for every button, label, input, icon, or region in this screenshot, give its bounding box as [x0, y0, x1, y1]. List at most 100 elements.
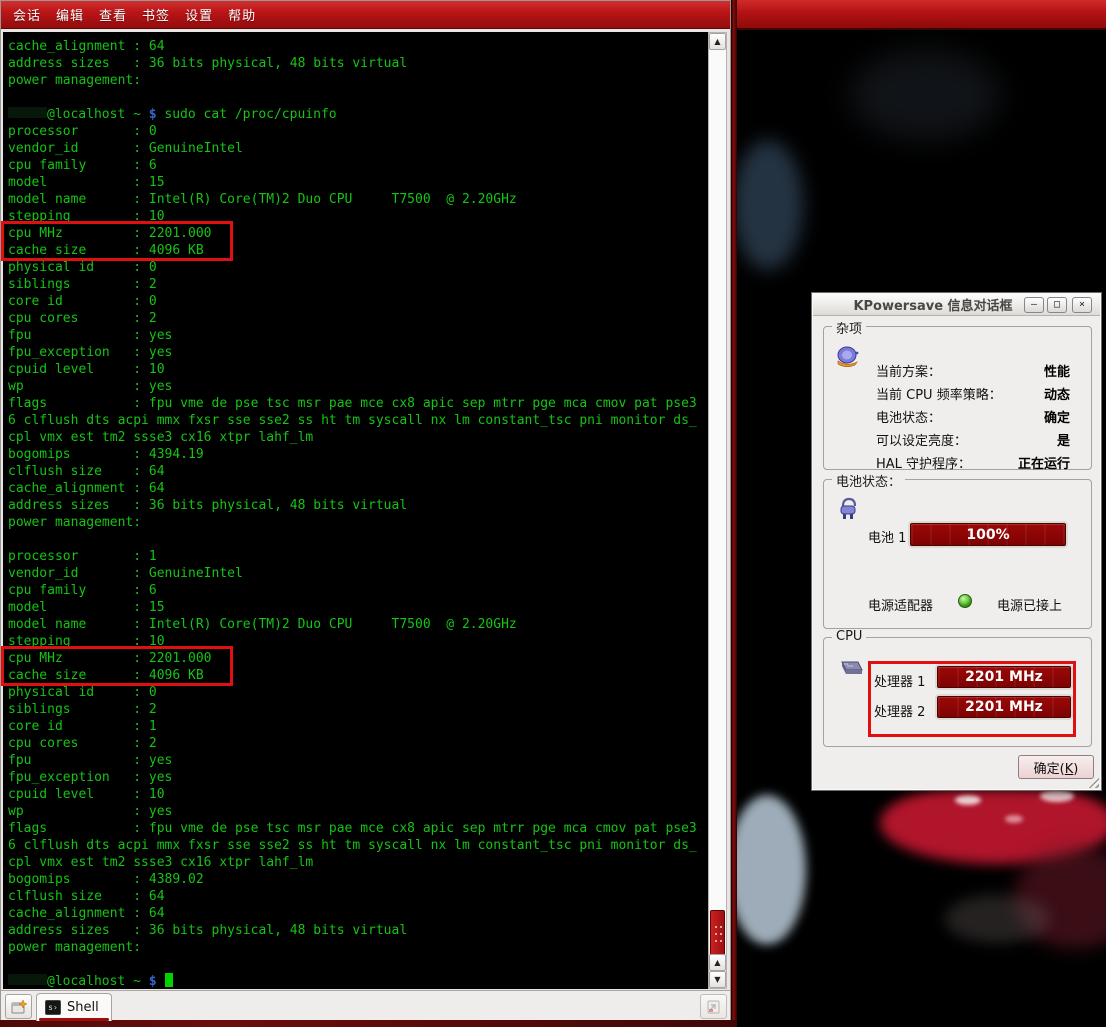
movie-fabric-speck-1 [955, 795, 981, 805]
terminal-line: address sizes : 36 bits physical, 48 bit… [8, 497, 706, 514]
terminal-line: vendor_id : GenuineIntel [8, 565, 706, 582]
adapter-led-icon [958, 594, 972, 608]
terminal-line: fpu_exception : yes [8, 344, 706, 361]
session-tab-bar: s› Shell [1, 990, 730, 1020]
terminal-line: cache_alignment : 64 [8, 480, 706, 497]
terminal-line: flags : fpu vme de pse tsc msr pae mce c… [8, 820, 706, 837]
battery-groupbox: 电池状态： 电池 1 100% 电源适配器 电源已接上 [823, 479, 1092, 629]
misc-group-label: 杂项 [832, 318, 866, 337]
terminal-line: fpu : yes [8, 327, 706, 344]
terminal-line: physical id : 0 [8, 259, 706, 276]
menu-item[interactable]: 会话 [13, 5, 41, 24]
terminal-line: power management: [8, 939, 706, 956]
misc-row-label: 当前方案： [876, 361, 941, 380]
misc-row-label: 当前 CPU 频率策略： [876, 384, 1002, 403]
menu-item[interactable]: 帮助 [228, 5, 256, 24]
misc-row: 可以设定亮度：是 [876, 428, 1070, 451]
terminal-line: clflush size : 64 [8, 888, 706, 905]
prompt-symbol: $ [149, 107, 157, 122]
misc-row-value: 动态 [1044, 384, 1070, 403]
tab-list-button[interactable] [700, 994, 727, 1019]
highlight-box-cpu-mhz-proc1 [1, 646, 233, 686]
terminal-line: processor : 1 [8, 548, 706, 565]
ok-button-label: 确定(K) [1034, 758, 1079, 777]
battery1-percent: 100% [966, 527, 1009, 543]
kpowersave-snail-icon [835, 345, 861, 367]
new-session-button[interactable] [5, 994, 32, 1019]
scrollbar-grip-dots [714, 925, 723, 943]
menu-item[interactable]: 编辑 [56, 5, 84, 24]
terminal-line: core id : 1 [8, 718, 706, 735]
dialog-title-bar[interactable]: KPowersave 信息对话框 – □ × [813, 294, 1100, 316]
menu-item[interactable]: 查看 [99, 5, 127, 24]
menu-bar: 会话编辑查看书签设置帮助 [1, 1, 730, 29]
misc-row-value: 正在运行 [1018, 453, 1070, 472]
movie-fabric-speck-3 [1005, 815, 1023, 823]
menu-item[interactable]: 书签 [142, 5, 170, 24]
misc-row: HAL 守护程序：正在运行 [876, 451, 1070, 474]
maximize-icon[interactable]: □ [1047, 297, 1067, 313]
shell-tab-icon: s› [45, 1000, 61, 1015]
movie-fabric-speck-2 [1040, 790, 1074, 802]
misc-row-value: 确定 [1044, 407, 1070, 426]
prompt-symbol: $ [149, 974, 157, 989]
ok-button[interactable]: 确定(K) [1018, 755, 1094, 779]
terminal-line: cpl vmx est tm2 ssse3 cx16 xtpr lahf_lm [8, 429, 706, 446]
screen: 会话编辑查看书签设置帮助 cache_alignment : 64address… [0, 0, 1106, 1027]
scroll-up-icon[interactable]: ▲ [709, 33, 726, 50]
terminal-line: bogomips : 4389.02 [8, 871, 706, 888]
terminal-line [8, 89, 706, 106]
cpu-chip-icon [834, 658, 864, 680]
terminal-line: cpu family : 6 [8, 157, 706, 174]
terminal-scrollbar[interactable]: ▲ ▲ ▼ [708, 32, 727, 989]
background-red-bar [737, 0, 1106, 30]
terminal-line: model : 15 [8, 174, 706, 191]
tab-shell[interactable]: s› Shell [36, 993, 112, 1021]
movie-white-shape [728, 795, 806, 945]
cpu-group-label: CPU [832, 629, 866, 644]
movie-blue-haze-top [733, 140, 803, 270]
battery1-progress-bar: 100% [910, 523, 1066, 546]
minimize-icon[interactable]: – [1024, 297, 1044, 313]
terminal-line: power management: [8, 514, 706, 531]
adapter-status: 电源已接上 [997, 595, 1062, 614]
terminal-line: wp : yes [8, 378, 706, 395]
scroll-up-bottom-icon[interactable]: ▲ [709, 954, 726, 971]
window-red-divider [731, 0, 737, 1021]
adapter-label: 电源适配器 [868, 595, 933, 614]
terminal-line: model name : Intel(R) Core(TM)2 Duo CPU … [8, 616, 706, 633]
terminal-line: processor : 0 [8, 123, 706, 140]
terminal-viewport[interactable]: cache_alignment : 64address sizes : 36 b… [3, 32, 708, 989]
scroll-down-icon[interactable]: ▼ [709, 971, 726, 988]
close-icon[interactable]: × [1072, 297, 1092, 313]
terminal-line: siblings : 2 [8, 276, 706, 293]
tab-list-icon [706, 1000, 722, 1014]
misc-row-value: 性能 [1044, 361, 1070, 380]
scrollbar-thumb[interactable] [710, 910, 725, 956]
terminal-line: cache_alignment : 64 [8, 38, 706, 55]
terminal-line: cpu cores : 2 [8, 310, 706, 327]
terminal-line: clflush size : 64 [8, 463, 706, 480]
terminal-line: physical id : 0 [8, 684, 706, 701]
terminal-line: 6 clflush dts acpi mmx fxsr sse sse2 ss … [8, 412, 706, 429]
misc-groupbox: 杂项 当前方案：性能当前 CPU 频率策略：动态电池状态：确定可以设定亮度：是H… [823, 326, 1092, 470]
misc-row: 当前方案： 性能 [876, 359, 1070, 382]
terminal-line: fpu_exception : yes [8, 769, 706, 786]
misc-row: 当前 CPU 频率策略： 动态 [876, 382, 1070, 405]
terminal-line: cache_alignment : 64 [8, 905, 706, 922]
terminal-line: cpu cores : 2 [8, 735, 706, 752]
dialog-title: KPowersave 信息对话框 [841, 295, 1025, 314]
movie-bottom-strip [0, 1020, 737, 1027]
menu-item[interactable]: 设置 [185, 5, 213, 24]
terminal-line: address sizes : 36 bits physical, 48 bit… [8, 922, 706, 939]
redacted-username [8, 974, 47, 985]
misc-row-label: 电池状态： [876, 407, 941, 426]
terminal-line: fpu : yes [8, 752, 706, 769]
movie-gray-shape-bottom [945, 895, 1050, 943]
terminal-line: cpu family : 6 [8, 582, 706, 599]
movie-bottom-fade [737, 940, 1106, 1027]
misc-row-label: 可以设定亮度： [876, 430, 967, 449]
redacted-username [8, 107, 47, 118]
terminal-line: 6 clflush dts acpi mmx fxsr sse sse2 ss … [8, 837, 706, 854]
terminal-line: @localhost ~ $ sudo cat /proc/cpuinfo [8, 106, 706, 123]
